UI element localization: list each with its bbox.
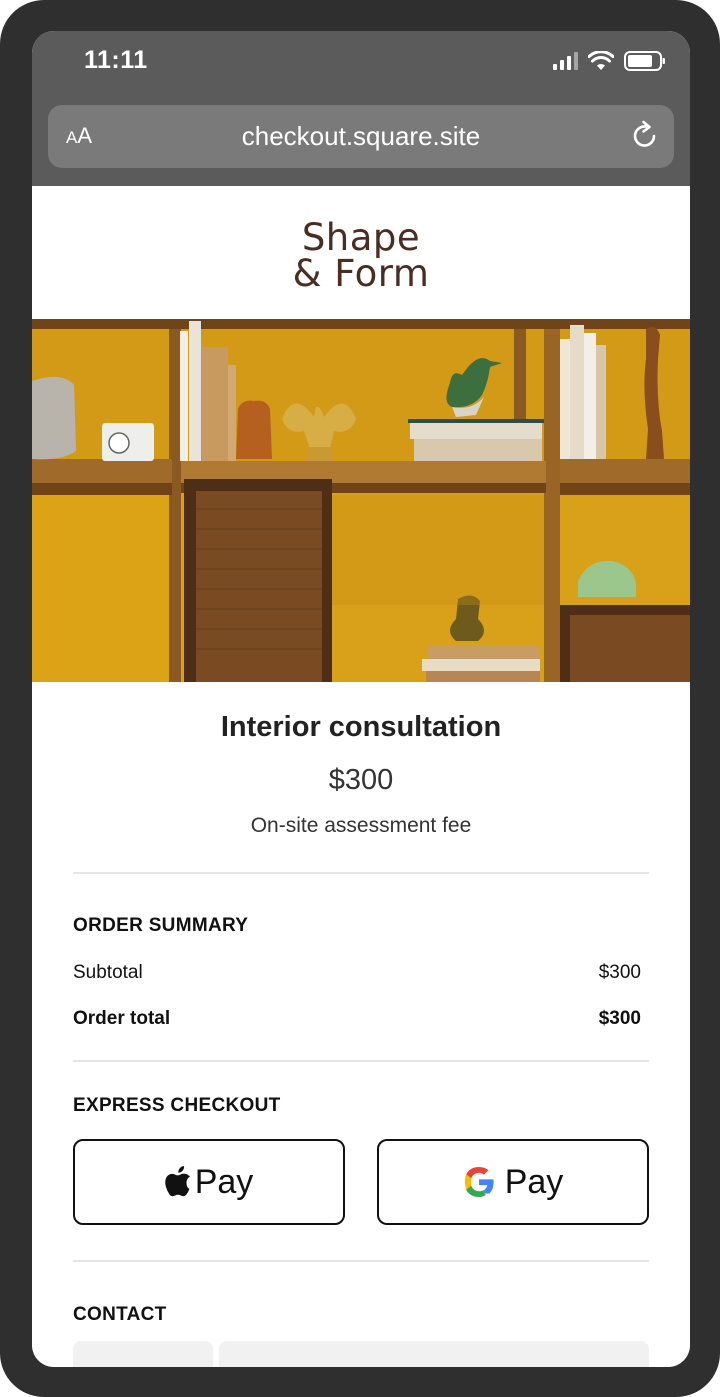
browser-chrome: 11:11 AA checkout.square.site bbox=[32, 31, 690, 186]
subtotal-value: $300 bbox=[598, 962, 641, 983]
divider bbox=[73, 872, 649, 874]
product-title: Interior consultation bbox=[220, 711, 502, 743]
apple-pay-label: Pay bbox=[194, 1162, 254, 1201]
contact-heading: CONTACT bbox=[73, 1304, 167, 1325]
address-bar[interactable]: AA checkout.square.site bbox=[48, 105, 674, 168]
subtotal-label: Subtotal bbox=[73, 962, 143, 983]
contact-phone-field[interactable] bbox=[219, 1341, 649, 1367]
status-time: 11:11 bbox=[84, 46, 148, 74]
contact-country-code-field[interactable] bbox=[73, 1341, 213, 1367]
hero-image bbox=[32, 319, 690, 682]
divider bbox=[73, 1060, 649, 1062]
order-total-row: Order total $300 bbox=[73, 1008, 641, 1030]
order-total-value: $300 bbox=[598, 1008, 641, 1029]
status-icons bbox=[553, 51, 666, 71]
text-size-small-label: A bbox=[66, 128, 78, 147]
subtotal-row: Subtotal $300 bbox=[73, 962, 641, 984]
screen: 11:11 AA checkout.square.site Shape & Fo… bbox=[32, 31, 690, 1367]
url-text[interactable]: checkout.square.site bbox=[138, 119, 584, 153]
google-pay-button[interactable]: Pay bbox=[377, 1139, 649, 1225]
order-total-label: Order total bbox=[73, 1008, 171, 1029]
wifi-icon bbox=[588, 51, 614, 70]
google-g-logo-icon bbox=[464, 1167, 494, 1197]
product-description: On-site assessment fee bbox=[250, 814, 472, 837]
cellular-signal-icon bbox=[553, 52, 578, 70]
order-summary-heading: ORDER SUMMARY bbox=[73, 915, 249, 936]
brand-logo-line1: Shape bbox=[301, 216, 421, 259]
express-checkout-heading: EXPRESS CHECKOUT bbox=[73, 1095, 281, 1116]
battery-icon bbox=[624, 51, 665, 71]
product-price: $300 bbox=[328, 764, 394, 796]
brand-logo: Shape & Form bbox=[32, 216, 690, 295]
hero-shelf-illustration bbox=[32, 319, 690, 682]
text-size-button[interactable]: AA bbox=[66, 119, 126, 153]
apple-pay-button[interactable]: Pay bbox=[73, 1139, 345, 1225]
brand-logo-line2: & Form bbox=[292, 252, 430, 295]
apple-logo-icon bbox=[164, 1166, 190, 1197]
divider bbox=[73, 1260, 649, 1262]
checkout-page: Shape & Form Interior consultation $300 … bbox=[32, 186, 690, 1367]
text-size-large-label: A bbox=[77, 123, 93, 148]
google-pay-label: Pay bbox=[504, 1162, 564, 1201]
reload-icon[interactable] bbox=[628, 119, 662, 153]
